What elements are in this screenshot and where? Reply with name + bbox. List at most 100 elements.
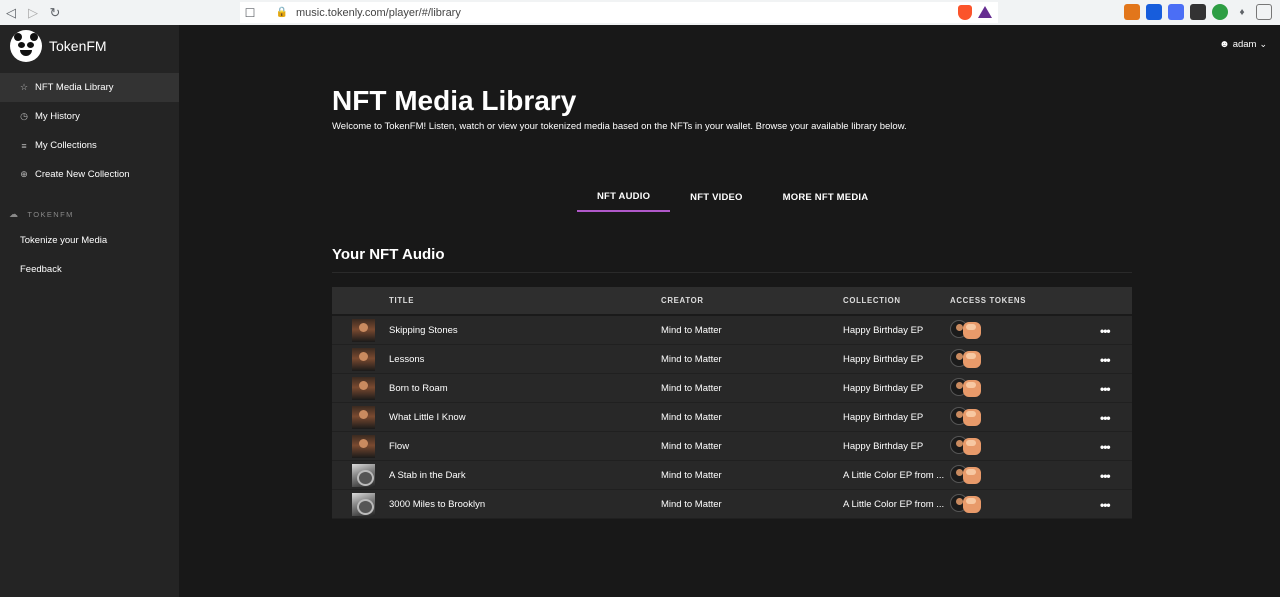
table-row[interactable]: A Stab in the Dark Mind to Matter A Litt… xyxy=(332,461,1132,490)
track-title[interactable]: Flow xyxy=(389,432,409,461)
extensions-area: ♦ xyxy=(1124,4,1272,20)
track-collection: Happy Birthday EP xyxy=(843,325,924,336)
track-collection: Happy Birthday EP xyxy=(843,383,924,394)
green-extension-icon[interactable] xyxy=(1212,4,1228,20)
table-row[interactable]: Lessons Mind to Matter Happy Birthday EP… xyxy=(332,345,1132,374)
divider xyxy=(332,272,1132,273)
track-title[interactable]: Born to Roam xyxy=(389,374,448,403)
media-tabs: NFT AUDIO NFT VIDEO MORE NFT MEDIA xyxy=(577,183,888,212)
access-tokens xyxy=(950,494,984,514)
puzzle-extensions-icon[interactable]: ♦ xyxy=(1234,4,1250,20)
wallet-extension-icon[interactable] xyxy=(1256,4,1272,20)
more-options-icon[interactable]: ••• xyxy=(1100,461,1111,490)
section-label-text: TOKENFM xyxy=(27,209,74,219)
more-options-icon[interactable]: ••• xyxy=(1100,345,1111,374)
token-icon xyxy=(963,380,981,397)
track-creator: Mind to Matter xyxy=(661,499,722,510)
dark-extension-icon[interactable] xyxy=(1190,4,1206,20)
list-icon: ≡ xyxy=(21,140,27,151)
user-name: adam xyxy=(1232,39,1257,50)
brave-shield-icon[interactable] xyxy=(958,5,972,20)
browser-toolbar: ◁ ▷ ↻ ☐ 🔒 music.tokenly.com/player/#/lib… xyxy=(0,0,1280,25)
audio-table: TITLE CREATOR COLLECTION ACCESS TOKENS S… xyxy=(332,287,1132,519)
user-icon: ☻ xyxy=(1219,39,1230,50)
sidebar-item-my-history[interactable]: ◷ My History xyxy=(0,102,179,131)
track-creator: Mind to Matter xyxy=(661,470,722,481)
settings-extension-icon[interactable] xyxy=(1168,4,1184,20)
panda-logo-icon xyxy=(10,30,42,62)
track-title[interactable]: What Little I Know xyxy=(389,403,466,432)
sidebar-item-label: My History xyxy=(35,111,80,122)
lock-icon[interactable]: 🔒 xyxy=(274,7,290,18)
table-row[interactable]: What Little I Know Mind to Matter Happy … xyxy=(332,403,1132,432)
chevron-down-icon: ⌄ xyxy=(1259,39,1267,49)
access-tokens xyxy=(950,436,984,456)
table-row[interactable]: 3000 Miles to Brooklyn Mind to Matter A … xyxy=(332,490,1132,519)
header-title: TITLE xyxy=(389,296,415,305)
brand-name: TokenFM xyxy=(49,38,107,54)
track-collection: A Little Color EP from ... xyxy=(843,499,945,510)
reload-icon[interactable]: ↻ xyxy=(44,2,66,24)
album-art[interactable] xyxy=(352,406,375,429)
sidebar-item-label: Create New Collection xyxy=(35,169,130,180)
track-collection: Happy Birthday EP xyxy=(843,354,924,365)
more-options-icon[interactable]: ••• xyxy=(1100,432,1111,461)
access-tokens xyxy=(950,349,984,369)
sidebar-item-label: My Collections xyxy=(35,140,97,151)
token-icon xyxy=(963,438,981,455)
track-title[interactable]: Lessons xyxy=(389,345,424,374)
track-creator: Mind to Matter xyxy=(661,354,722,365)
forward-arrow-icon[interactable]: ▷ xyxy=(22,2,44,24)
sidebar-item-nft-media-library[interactable]: ☆ NFT Media Library xyxy=(0,73,179,102)
table-row[interactable]: Born to Roam Mind to Matter Happy Birthd… xyxy=(332,374,1132,403)
track-creator: Mind to Matter xyxy=(661,412,722,423)
star-icon: ☆ xyxy=(19,82,29,92)
tab-nft-audio[interactable]: NFT AUDIO xyxy=(577,183,671,212)
user-menu[interactable]: ☻ adam ⌄ xyxy=(1219,39,1267,50)
track-collection: Happy Birthday EP xyxy=(843,412,924,423)
track-creator: Mind to Matter xyxy=(661,441,722,452)
album-art[interactable] xyxy=(352,493,375,516)
clock-icon: ◷ xyxy=(20,111,28,121)
track-collection: Happy Birthday EP xyxy=(843,441,924,452)
table-row[interactable]: Flow Mind to Matter Happy Birthday EP ••… xyxy=(332,432,1132,461)
bat-rewards-icon[interactable] xyxy=(978,6,992,18)
section-title: Your NFT Audio xyxy=(332,246,445,263)
more-options-icon[interactable]: ••• xyxy=(1100,490,1111,519)
more-options-icon[interactable]: ••• xyxy=(1100,403,1111,432)
token-icon xyxy=(963,351,981,368)
tab-nft-video[interactable]: NFT VIDEO xyxy=(670,183,762,212)
album-art[interactable] xyxy=(352,464,375,487)
album-art[interactable] xyxy=(352,348,375,371)
table-header: TITLE CREATOR COLLECTION ACCESS TOKENS xyxy=(332,287,1132,316)
header-collection: COLLECTION xyxy=(843,296,901,305)
token-icon xyxy=(963,467,981,484)
sidebar-section-label: ☁ TOKENFM xyxy=(0,208,179,220)
sidebar-link-feedback[interactable]: Feedback xyxy=(0,255,179,284)
track-title[interactable]: Skipping Stones xyxy=(389,316,458,345)
cloud-icon: ☁ xyxy=(9,208,20,219)
bookmark-icon[interactable]: ☐ xyxy=(240,6,260,20)
more-options-icon[interactable]: ••• xyxy=(1100,374,1111,403)
sidebar-item-create-new-collection[interactable]: ⊕ Create New Collection xyxy=(0,160,179,189)
metamask-extension-icon[interactable] xyxy=(1124,4,1140,20)
track-title[interactable]: A Stab in the Dark xyxy=(389,461,466,490)
tab-more-nft-media[interactable]: MORE NFT MEDIA xyxy=(763,183,889,212)
brand-logo[interactable]: TokenFM xyxy=(0,25,179,67)
album-art[interactable] xyxy=(352,319,375,342)
more-options-icon[interactable]: ••• xyxy=(1100,316,1111,345)
album-art[interactable] xyxy=(352,435,375,458)
access-tokens xyxy=(950,320,984,340)
token-icon xyxy=(963,322,981,339)
header-creator: CREATOR xyxy=(661,296,704,305)
sidebar-link-tokenize[interactable]: Tokenize your Media xyxy=(0,226,179,255)
track-title[interactable]: 3000 Miles to Brooklyn xyxy=(389,490,485,519)
url-text: music.tokenly.com/player/#/library xyxy=(296,6,461,19)
back-arrow-icon[interactable]: ◁ xyxy=(0,2,22,24)
album-art[interactable] xyxy=(352,377,375,400)
bitwarden-extension-icon[interactable] xyxy=(1146,4,1162,20)
sidebar-item-my-collections[interactable]: ≡ My Collections xyxy=(0,131,179,160)
access-tokens xyxy=(950,407,984,427)
table-row[interactable]: Skipping Stones Mind to Matter Happy Bir… xyxy=(332,316,1132,345)
address-bar[interactable]: ☐ 🔒 music.tokenly.com/player/#/library xyxy=(240,2,998,23)
